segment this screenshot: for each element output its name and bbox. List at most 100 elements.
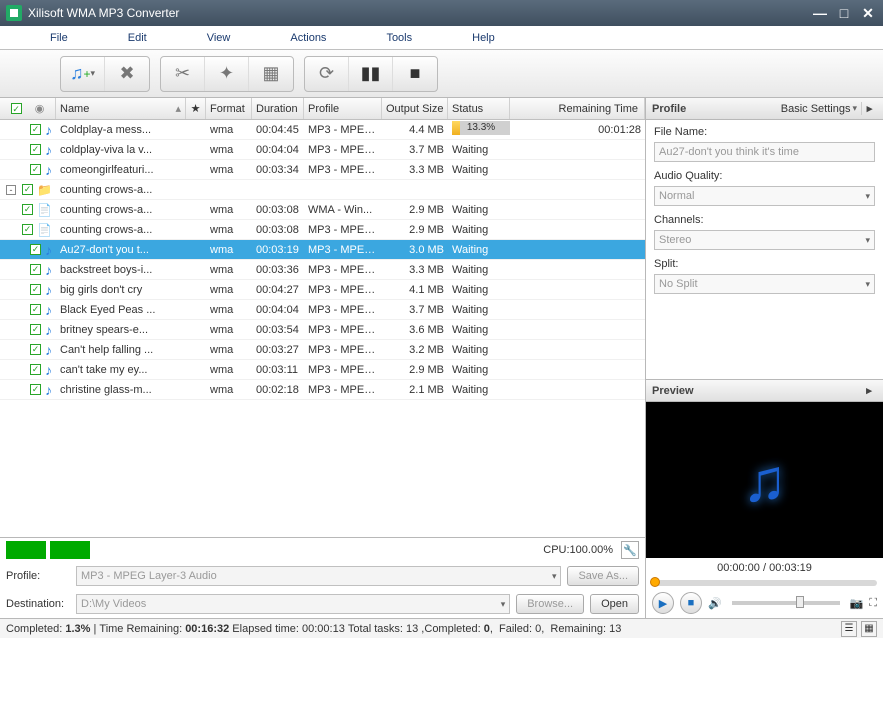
menu-help[interactable]: Help bbox=[442, 26, 525, 49]
profile-select[interactable]: MP3 - MPEG Layer-3 Audio▾ bbox=[76, 566, 561, 586]
menu-actions[interactable]: Actions bbox=[260, 26, 356, 49]
open-button[interactable]: Open bbox=[590, 594, 639, 614]
col-name[interactable]: Name▴ bbox=[56, 98, 186, 119]
music-icon: ♪ bbox=[45, 242, 52, 258]
profile-label: Profile: bbox=[6, 570, 70, 582]
cpu-config-button[interactable]: 🔧 bbox=[621, 541, 639, 559]
folder-icon: 📁 bbox=[37, 183, 52, 197]
stop-button[interactable]: ■ bbox=[393, 57, 437, 91]
table-row[interactable]: ✓📄counting crows-a...wma00:03:08MP3 - MP… bbox=[0, 220, 645, 240]
row-checkbox[interactable]: ✓ bbox=[22, 184, 33, 195]
list-view-button[interactable]: ☰ bbox=[841, 621, 857, 637]
destination-input[interactable]: D:\My Videos▾ bbox=[76, 594, 510, 614]
check-all[interactable]: ✓ bbox=[11, 103, 22, 114]
music-icon: ♪ bbox=[45, 362, 52, 378]
destination-label: Destination: bbox=[6, 598, 70, 610]
col-output[interactable]: Output Size bbox=[382, 98, 448, 119]
fullscreen-button[interactable]: ⛶ bbox=[869, 597, 877, 610]
col-remain[interactable]: Remaining Time bbox=[510, 98, 645, 119]
document-icon: 📄 bbox=[37, 203, 52, 217]
convert-button[interactable]: ⟳ bbox=[305, 57, 349, 91]
browse-button[interactable]: Browse... bbox=[516, 594, 584, 614]
col-profile[interactable]: Profile bbox=[304, 98, 382, 119]
col-format[interactable]: Format bbox=[206, 98, 252, 119]
music-icon: ♪ bbox=[45, 322, 52, 338]
row-checkbox[interactable]: ✓ bbox=[30, 164, 41, 175]
title-bar: Xilisoft WMA MP3 Converter — □ ✕ bbox=[0, 0, 883, 26]
list-header: ✓◉ Name▴ ★ Format Duration Profile Outpu… bbox=[0, 98, 645, 120]
volume-slider[interactable] bbox=[732, 601, 840, 605]
status-bar: Completed: 1.3% | Time Remaining: 00:16:… bbox=[0, 618, 883, 638]
player-time: 00:00:00 / 00:03:19 bbox=[646, 558, 883, 578]
row-checkbox[interactable]: ✓ bbox=[22, 224, 33, 235]
expand-preview-button[interactable]: ▸ bbox=[861, 384, 877, 397]
player-stop-button[interactable]: ■ bbox=[680, 592, 702, 614]
row-checkbox[interactable]: ✓ bbox=[30, 284, 41, 295]
clip-button[interactable]: ▦ bbox=[249, 57, 293, 91]
table-row[interactable]: ✓♪backstreet boys-i...wma00:03:36MP3 - M… bbox=[0, 260, 645, 280]
table-row[interactable]: ✓♪Coldplay-a mess...wma00:04:45MP3 - MPE… bbox=[0, 120, 645, 140]
row-checkbox[interactable]: ✓ bbox=[30, 384, 41, 395]
audio-quality-select[interactable]: Normal▾ bbox=[654, 186, 875, 206]
col-duration[interactable]: Duration bbox=[252, 98, 304, 119]
effects-button[interactable]: ✦ bbox=[205, 57, 249, 91]
play-button[interactable]: ▶ bbox=[652, 592, 674, 614]
row-checkbox[interactable]: ✓ bbox=[30, 124, 41, 135]
music-icon: ♪ bbox=[45, 342, 52, 358]
snapshot-button[interactable]: 📷 bbox=[850, 597, 864, 610]
table-row[interactable]: ✓♪christine glass-m...wma00:02:18MP3 - M… bbox=[0, 380, 645, 400]
table-row[interactable]: ✓♪comeongirlfeaturi...wma00:03:34MP3 - M… bbox=[0, 160, 645, 180]
remove-button[interactable]: ✖ bbox=[105, 57, 149, 91]
row-checkbox[interactable]: ✓ bbox=[30, 264, 41, 275]
menu-file[interactable]: File bbox=[20, 26, 98, 49]
cpu-text: CPU:100.00% bbox=[543, 544, 617, 556]
menu-tools[interactable]: Tools bbox=[356, 26, 442, 49]
row-checkbox[interactable]: ✓ bbox=[30, 324, 41, 335]
table-row[interactable]: ✓♪can't take my ey...wma00:03:11MP3 - MP… bbox=[0, 360, 645, 380]
row-checkbox[interactable]: ✓ bbox=[30, 244, 41, 255]
music-icon: ♪ bbox=[45, 122, 52, 138]
save-as-button[interactable]: Save As... bbox=[567, 566, 639, 586]
filename-label: File Name: bbox=[654, 126, 875, 138]
table-row[interactable]: -✓📁counting crows-a... bbox=[0, 180, 645, 200]
row-checkbox[interactable]: ✓ bbox=[30, 304, 41, 315]
cut-button[interactable]: ✂ bbox=[161, 57, 205, 91]
close-button[interactable]: ✕ bbox=[859, 5, 877, 21]
col-status[interactable]: Status bbox=[448, 98, 510, 119]
split-select[interactable]: No Split▾ bbox=[654, 274, 875, 294]
maximize-button[interactable]: □ bbox=[835, 5, 853, 21]
music-note-icon: ♫ bbox=[742, 446, 787, 515]
menu-bar: File Edit View Actions Tools Help bbox=[0, 26, 883, 50]
table-row[interactable]: ✓♪Black Eyed Peas ...wma00:04:04MP3 - MP… bbox=[0, 300, 645, 320]
row-checkbox[interactable]: ✓ bbox=[30, 344, 41, 355]
basic-settings-link[interactable]: Basic Settings ▾ bbox=[781, 103, 857, 115]
thumb-view-button[interactable]: ▦ bbox=[861, 621, 877, 637]
row-checkbox[interactable]: ✓ bbox=[22, 204, 33, 215]
table-row[interactable]: ✓♪coldplay-viva la v...wma00:04:04MP3 - … bbox=[0, 140, 645, 160]
table-row[interactable]: ✓♪britney spears-e...wma00:03:54MP3 - MP… bbox=[0, 320, 645, 340]
toolbar: ♫+▾ ✖ ✂ ✦ ▦ ⟳ ▮▮ ■ bbox=[0, 50, 883, 98]
table-row[interactable]: ✓♪Can't help falling ...wma00:03:27MP3 -… bbox=[0, 340, 645, 360]
add-file-button[interactable]: ♫+▾ bbox=[61, 57, 105, 91]
row-checkbox[interactable]: ✓ bbox=[30, 364, 41, 375]
file-list[interactable]: ✓♪Coldplay-a mess...wma00:04:45MP3 - MPE… bbox=[0, 120, 645, 537]
row-checkbox[interactable]: ✓ bbox=[30, 144, 41, 155]
pause-button[interactable]: ▮▮ bbox=[349, 57, 393, 91]
menu-edit[interactable]: Edit bbox=[98, 26, 177, 49]
menu-view[interactable]: View bbox=[177, 26, 261, 49]
seek-bar[interactable] bbox=[652, 580, 877, 586]
profile-panel-title: Profile bbox=[652, 103, 686, 115]
table-row[interactable]: ✓📄counting crows-a...wma00:03:08WMA - Wi… bbox=[0, 200, 645, 220]
table-row[interactable]: ✓♪Au27-don't you t...wma00:03:19MP3 - MP… bbox=[0, 240, 645, 260]
expand-profile-button[interactable]: ▸ bbox=[861, 102, 877, 115]
document-icon: 📄 bbox=[37, 223, 52, 237]
channels-select[interactable]: Stereo▾ bbox=[654, 230, 875, 250]
music-icon: ♪ bbox=[45, 262, 52, 278]
filename-input[interactable] bbox=[654, 142, 875, 162]
tree-toggle[interactable]: - bbox=[6, 185, 16, 195]
volume-icon[interactable]: 🔊 bbox=[708, 597, 722, 610]
music-icon: ♪ bbox=[45, 282, 52, 298]
table-row[interactable]: ✓♪big girls don't crywma00:04:27MP3 - MP… bbox=[0, 280, 645, 300]
col-star[interactable]: ★ bbox=[186, 98, 206, 119]
minimize-button[interactable]: — bbox=[811, 5, 829, 21]
